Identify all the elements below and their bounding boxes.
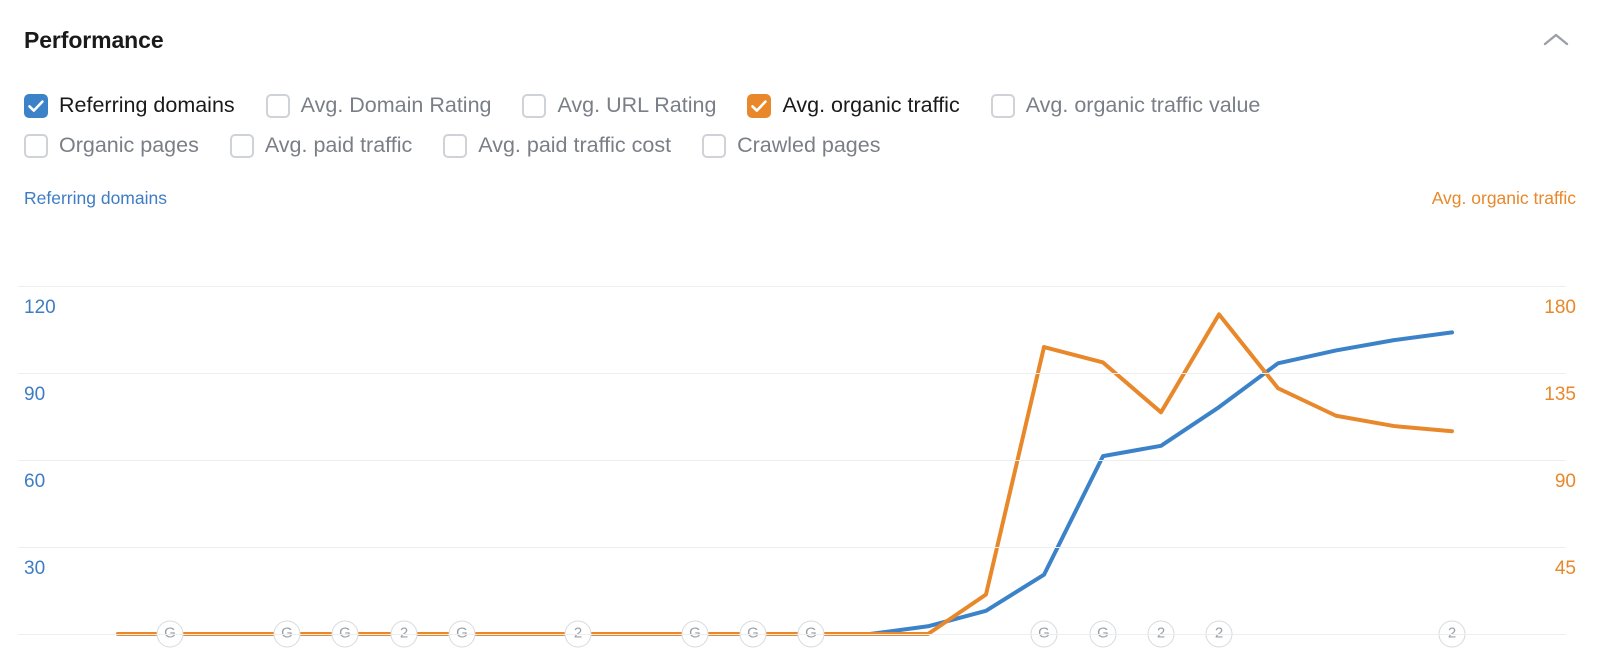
y-axis-right-tick: 90 xyxy=(1554,471,1576,492)
performance-panel: Performance Referring domains Avg. Domain… xyxy=(0,0,1600,653)
metric-toggle-avg-organic-traffic[interactable]: Avg. organic traffic xyxy=(747,93,960,118)
gridline xyxy=(18,286,1566,287)
checkbox-unchecked-icon[interactable] xyxy=(522,94,547,118)
checkbox-checked-icon[interactable] xyxy=(24,94,48,118)
performance-chart: Referring domains Avg. organic traffic G… xyxy=(0,188,1600,653)
checkbox-unchecked-icon[interactable] xyxy=(229,134,254,158)
checkbox-unchecked-icon[interactable] xyxy=(265,94,290,118)
gridline xyxy=(18,634,1566,635)
metric-toggle-avg-organic-traffic-value[interactable]: Avg. organic traffic value xyxy=(990,93,1261,118)
metric-toggle-avg-paid-traffic-cost[interactable]: Avg. paid traffic cost xyxy=(443,134,671,158)
checkbox-unchecked-icon[interactable] xyxy=(990,94,1015,118)
metric-label: Avg. paid traffic xyxy=(264,133,413,158)
event-markers-layer: GGG2G2GGGGG222 xyxy=(0,232,1600,653)
collapse-panel-button[interactable] xyxy=(1536,20,1576,60)
left-axis-caption: Referring domains xyxy=(24,188,167,208)
metric-toggle-organic-pages[interactable]: Organic pages xyxy=(24,134,199,158)
checkbox-unchecked-icon[interactable] xyxy=(443,134,468,158)
metric-label: Avg. Domain Rating xyxy=(300,93,492,118)
gridline xyxy=(18,460,1566,461)
y-axis-right-tick: 45 xyxy=(1554,558,1576,579)
metric-label: Avg. organic traffic value xyxy=(1025,93,1261,118)
chart-plot-area: GGG2G2GGGGG222 30 45 60 90 90 135 120 180 xyxy=(0,232,1600,653)
y-axis-right-tick: 135 xyxy=(1544,384,1576,405)
metric-toggle-avg-url-rating[interactable]: Avg. URL Rating xyxy=(522,94,716,118)
metric-row: Referring domains Avg. Domain Rating Avg. … xyxy=(24,86,1564,126)
metric-row: Organic pages Avg. paid traffic Avg. paid … xyxy=(24,126,1564,166)
metric-toggle-avg-domain-rating[interactable]: Avg. Domain Rating xyxy=(265,93,492,118)
page-title: Performance xyxy=(24,26,164,53)
gridline xyxy=(18,373,1566,374)
right-axis-caption: Avg. organic traffic xyxy=(1431,188,1576,208)
metric-label: Avg. organic traffic xyxy=(782,93,960,118)
metric-toggle-group: Referring domains Avg. Domain Rating Avg. … xyxy=(24,86,1564,166)
metric-label: Avg. paid traffic cost xyxy=(478,133,672,158)
chevron-up-icon xyxy=(1543,32,1569,48)
metric-label: Referring domains xyxy=(59,93,235,118)
metric-toggle-referring-domains[interactable]: Referring domains xyxy=(24,94,235,118)
y-axis-left-tick: 90 xyxy=(24,384,46,405)
metric-toggle-crawled-pages[interactable]: Crawled pages xyxy=(702,134,880,158)
panel-header: Performance xyxy=(24,18,1576,62)
y-axis-right-tick: 180 xyxy=(1544,297,1576,318)
y-axis-left-tick: 30 xyxy=(24,558,46,579)
y-axis-left-tick: 60 xyxy=(24,471,46,492)
checkbox-unchecked-icon[interactable] xyxy=(702,134,727,158)
metric-label: Avg. URL Rating xyxy=(557,93,717,118)
metric-toggle-avg-paid-traffic[interactable]: Avg. paid traffic xyxy=(229,133,413,158)
gridline xyxy=(18,547,1566,548)
checkbox-checked-icon[interactable] xyxy=(747,94,772,118)
metric-label: Crawled pages xyxy=(737,133,881,158)
metric-label: Organic pages xyxy=(59,133,199,158)
checkbox-unchecked-icon[interactable] xyxy=(24,134,48,158)
y-axis-left-tick: 120 xyxy=(24,297,56,318)
